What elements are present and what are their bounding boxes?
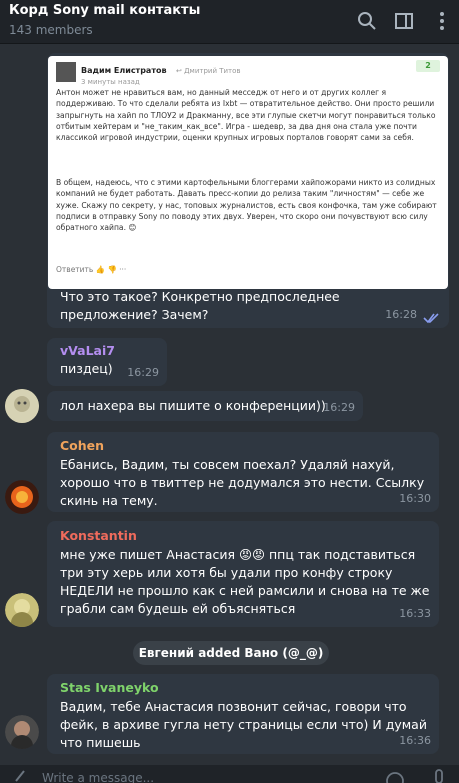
microphone-icon[interactable] <box>432 768 446 783</box>
chat-title[interactable]: Корд Sony mail контакты <box>9 3 200 18</box>
message-incoming[interactable]: Stas Ivaneyko Вадим, тебе Анастасия позв… <box>47 674 439 754</box>
screenshot-footer: Ответить 👍 👎 ··· <box>56 265 127 274</box>
message-time: 16:33 <box>399 607 431 620</box>
avatar[interactable] <box>5 715 39 749</box>
message-time: 16:29 <box>127 366 159 379</box>
message-text: мне уже пишет Анастасия 😡😡 ппц так подст… <box>60 547 430 616</box>
avatar[interactable] <box>5 389 39 423</box>
score-badge: 2 <box>416 60 440 72</box>
screenshot-image[interactable]: Вадим Елистратов ↩ Дмитрий Титов 3 минут… <box>48 56 448 289</box>
message-time: 16:36 <box>399 734 431 747</box>
sender-name[interactable]: Cohen <box>60 437 104 455</box>
attach-icon[interactable] <box>10 767 30 783</box>
search-icon[interactable] <box>355 9 379 33</box>
message-incoming[interactable]: Cohen Ебанись, Вадим, ты совсем поехал? … <box>47 432 439 512</box>
message-outgoing[interactable]: Вадим Елистратов ↩ Дмитрий Титов 3 минут… <box>47 53 449 328</box>
screenshot-paragraph: В общем, надеюсь, что с этими картофельн… <box>56 178 437 233</box>
message-text: пиздец) <box>60 361 113 376</box>
message-text: Что это такое? Конкретно предпоследнее п… <box>60 289 340 322</box>
read-check-icon <box>423 311 441 324</box>
message-text: Вадим, тебе Анастасия позвонит сейчас, г… <box>60 699 427 750</box>
screenshot-paragraph: Антон может не нравиться вам, но данный … <box>56 88 436 143</box>
message-input[interactable]: Write a message... <box>42 771 154 783</box>
sender-name[interactable]: Konstantin <box>60 527 137 545</box>
message-list[interactable]: Вадим Елистратов ↩ Дмитрий Титов 3 минут… <box>0 45 459 765</box>
message-incoming[interactable]: лол нахера вы пишите о конференции)) 16:… <box>47 391 363 421</box>
sender-name[interactable]: vVaLai7 <box>60 342 115 360</box>
message-time: 16:29 <box>323 401 355 414</box>
composer[interactable]: Write a message... <box>0 765 459 783</box>
message-incoming[interactable]: Konstantin мне уже пишет Анастасия 😡😡 пп… <box>47 521 439 627</box>
avatar[interactable] <box>5 480 39 514</box>
message-text: лол нахера вы пишите о конференции)) <box>60 398 326 413</box>
more-options-icon[interactable] <box>430 9 454 33</box>
avatar[interactable] <box>5 593 39 627</box>
emoji-icon[interactable] <box>386 769 404 783</box>
sender-name[interactable]: Stas Ivaneyko <box>60 679 159 697</box>
chat-header[interactable]: Корд Sony mail контакты 143 members <box>0 0 459 44</box>
sidebar-toggle-icon[interactable] <box>392 9 416 33</box>
author-avatar <box>56 62 76 82</box>
member-count: 143 members <box>9 23 93 37</box>
message-text: Ебанись, Вадим, ты совсем поехал? Удаляй… <box>60 457 425 508</box>
system-message: Евгений added Вано (@_@) <box>133 641 329 665</box>
screenshot-reply-to: ↩ Дмитрий Титов <box>176 67 241 75</box>
message-incoming[interactable]: vVaLai7 пиздец) 16:29 <box>47 338 167 386</box>
message-time: 16:28 <box>385 308 417 321</box>
message-time: 16:30 <box>399 492 431 505</box>
